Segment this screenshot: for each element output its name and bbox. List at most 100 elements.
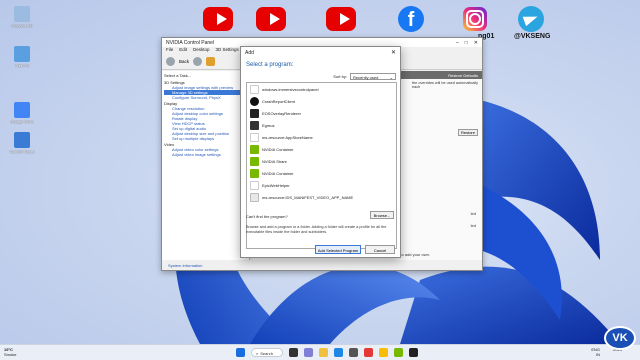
youtube-logo-2 [256, 6, 286, 32]
youtube-logo-3 [326, 6, 356, 32]
program-name: EpicWebHelper [262, 182, 290, 188]
add-selected-program-button[interactable]: Add Selected Program [315, 245, 361, 254]
side-label: led [470, 211, 476, 216]
dialog-help-text: Browse and add a program or a folder. Ad… [246, 225, 387, 234]
restore-button[interactable]: Restore [458, 129, 478, 136]
list-item[interactable]: NVIDIA Container [247, 167, 396, 179]
list-item[interactable]: EOSOverlayRenderer [247, 107, 396, 119]
sort-value: Recently used [353, 75, 379, 80]
cant-find-label: Can't find the program? [246, 214, 288, 219]
program-name: EOSOverlayRenderer [262, 110, 301, 116]
menu-3d-settings[interactable]: 3D Settings [216, 47, 239, 54]
program-list[interactable]: windows.immersivecontrolpanel CrashRepor… [246, 82, 397, 249]
youtube-logo-1 [203, 6, 233, 32]
app-icon [250, 84, 259, 94]
menu-file[interactable]: File [166, 47, 173, 54]
maximize-icon[interactable]: □ [465, 40, 468, 47]
game-icon [250, 120, 259, 130]
unreal-engine-icon [250, 96, 259, 106]
tree-item[interactable]: Set up multiple displays [164, 136, 247, 141]
control-panel-icon [14, 132, 30, 148]
desktop-icon-this-pc[interactable]: This PC [2, 46, 42, 69]
taskbar: 19°C Smoke ⌕ Search ENG IN 2023 [0, 344, 640, 360]
dialog-titlebar: Add ✕ [241, 47, 400, 57]
system-information-link[interactable]: System Information [162, 260, 250, 270]
close-icon[interactable]: ✕ [474, 40, 478, 47]
back-label[interactable]: Back [179, 59, 189, 64]
nvidia-icon [250, 144, 259, 154]
search-label: Search [260, 351, 273, 356]
nvidia-icon[interactable] [394, 348, 403, 357]
file-explorer-icon[interactable] [319, 348, 328, 357]
sort-label: Sort by: [333, 74, 347, 79]
recycle-bin-icon [14, 6, 30, 22]
weather-widget[interactable]: 19°C Smoke [4, 347, 16, 357]
system-tray[interactable]: ENG IN [591, 347, 600, 357]
desktop-icon-google-drive[interactable]: Google Drive [2, 102, 42, 125]
search-input[interactable]: ⌕ Search [251, 348, 283, 357]
list-item[interactable]: NVIDIA Container [247, 143, 396, 155]
desktop-icon-recycle-bin[interactable]: Recycle Bin [2, 6, 42, 29]
forward-icon[interactable] [193, 57, 203, 66]
browse-button[interactable]: Browse... [370, 211, 394, 219]
sort-dropdown[interactable]: Recently used ⌄ [350, 73, 396, 80]
list-item[interactable]: EpicWebHelper [247, 179, 396, 191]
side-label: led [470, 223, 476, 228]
list-item[interactable]: NVIDIA Share [247, 155, 396, 167]
facebook-logo: f [396, 6, 426, 32]
select-task-label: Select a Task... [164, 73, 192, 78]
home-icon[interactable] [206, 57, 216, 66]
app-icon [250, 192, 259, 202]
dialog-title: Add [245, 50, 254, 56]
opera-icon[interactable] [364, 348, 373, 357]
program-name: ms-resource:AppStoreName [262, 134, 313, 140]
channel-logo: VK [604, 326, 636, 350]
nvidia-icon [250, 156, 259, 166]
app-icon [250, 180, 259, 190]
app-icon [250, 132, 259, 142]
epic-games-icon[interactable] [409, 348, 418, 357]
chat-icon[interactable] [304, 348, 313, 357]
list-item[interactable]: CrashReportClient [247, 95, 396, 107]
region-indicator: IN [596, 352, 600, 357]
close-icon[interactable]: ✕ [391, 49, 396, 56]
chrome-icon[interactable] [379, 348, 388, 357]
list-item[interactable]: ms-resource:IDS_MANIFEST_VIDEO_APP_NAME [247, 191, 396, 203]
epic-overlay-icon [250, 108, 259, 118]
list-item[interactable]: Egmus [247, 119, 396, 131]
cancel-button[interactable]: Cancel [365, 245, 395, 254]
menu-desktop[interactable]: Desktop [193, 47, 210, 54]
program-name: NVIDIA Share [262, 158, 287, 164]
minimize-icon[interactable]: – [456, 40, 459, 47]
instagram-logo [460, 6, 490, 32]
program-name: Egmus [262, 122, 275, 128]
program-name: windows.immersivecontrolpanel [262, 86, 319, 92]
task-tree: Select a Task... 3D Settings Adjust imag… [162, 71, 250, 260]
program-name: CrashReportClient [262, 98, 295, 104]
start-icon[interactable] [236, 348, 245, 357]
weather-condition: Smoke [4, 352, 17, 357]
drive-icon [14, 102, 30, 118]
override-text: the overrides will be used automatically… [412, 81, 479, 89]
store-icon[interactable] [349, 348, 358, 357]
sort-row: Sort by: Recently used ⌄ [333, 73, 396, 80]
telegram-logo [516, 6, 546, 32]
tree-item[interactable]: Configure Surround, PhysX [164, 95, 247, 100]
program-name: NVIDIA Container [262, 146, 294, 152]
search-icon: ⌕ [256, 351, 259, 356]
list-item[interactable]: windows.immersivecontrolpanel [247, 83, 396, 95]
desktop-icon-control-panel[interactable]: Control Panel [2, 132, 42, 155]
add-program-dialog: Add ✕ Select a program: Sort by: Recentl… [240, 46, 401, 258]
nvidia-icon [250, 168, 259, 178]
program-name: NVIDIA Container [262, 170, 294, 176]
menu-edit[interactable]: Edit [179, 47, 187, 54]
edge-icon[interactable] [334, 348, 343, 357]
back-icon[interactable] [166, 57, 175, 66]
computer-icon [14, 46, 30, 62]
taskbar-apps: ⌕ Search [236, 348, 418, 357]
social-handle-2: @VKSENG [514, 33, 551, 40]
list-item[interactable]: ms-resource:AppStoreName [247, 131, 396, 143]
tree-item[interactable]: Adjust video image settings [164, 152, 247, 157]
program-name: ms-resource:IDS_MANIFEST_VIDEO_APP_NAME [262, 194, 354, 200]
task-view-icon[interactable] [289, 348, 298, 357]
